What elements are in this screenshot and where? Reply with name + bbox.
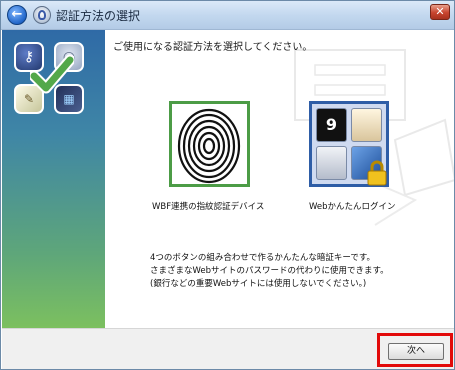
description-line: 4つのボタンの組み合わせで作るかんたんな暗証キーです。	[150, 253, 376, 263]
close-icon: ✕	[435, 5, 445, 18]
fingerprint-option-label: WBF連携の指紋認証デバイス	[152, 202, 265, 212]
description-line: (銀行などの重要Webサイトには使用しないでください。)	[150, 279, 367, 289]
web-login-option-label: Webかんたんログイン	[309, 202, 396, 212]
footer-bar: 次へ	[2, 328, 454, 369]
cat-tile	[316, 146, 347, 180]
dialog-window: ← 認証方法の選択 ✕ ⚷ ◎ ✎ ▦ ご使用になる認証方法を選択してください。	[0, 0, 455, 370]
instruction-text: ご使用になる認証方法を選択してください。	[113, 42, 313, 53]
back-arrow-icon: ←	[11, 7, 23, 22]
window-title: 認証方法の選択	[56, 9, 141, 23]
description-text: 4つのボタンの組み合わせで作るかんたんな暗証キーです。 さまざまなWebサイトの…	[150, 252, 430, 291]
back-button[interactable]: ←	[7, 5, 27, 25]
checkmark-icon	[30, 54, 74, 94]
fingerprint-option[interactable]	[169, 101, 250, 187]
sidebar-banner: ⚷ ◎ ✎ ▦	[2, 30, 105, 328]
app-icon	[33, 6, 51, 24]
next-button-highlight: 次へ	[377, 333, 453, 367]
close-button[interactable]: ✕	[430, 4, 450, 20]
next-button[interactable]: 次へ	[388, 343, 444, 360]
web-login-option[interactable]: 9	[309, 101, 389, 187]
cow-tile	[351, 108, 382, 142]
main-content: ご使用になる認証方法を選択してください。 9 WBF連携の指紋認証デバイス We…	[105, 30, 454, 328]
web-login-icon: 9	[316, 108, 387, 186]
title-bar: ← 認証方法の選択 ✕	[1, 1, 454, 30]
number-tile: 9	[316, 108, 347, 142]
lock-icon	[367, 160, 387, 186]
description-line: さまざまなWebサイトのパスワードの代わりに使用できます。	[150, 266, 389, 276]
fingerprint-icon	[177, 108, 241, 184]
